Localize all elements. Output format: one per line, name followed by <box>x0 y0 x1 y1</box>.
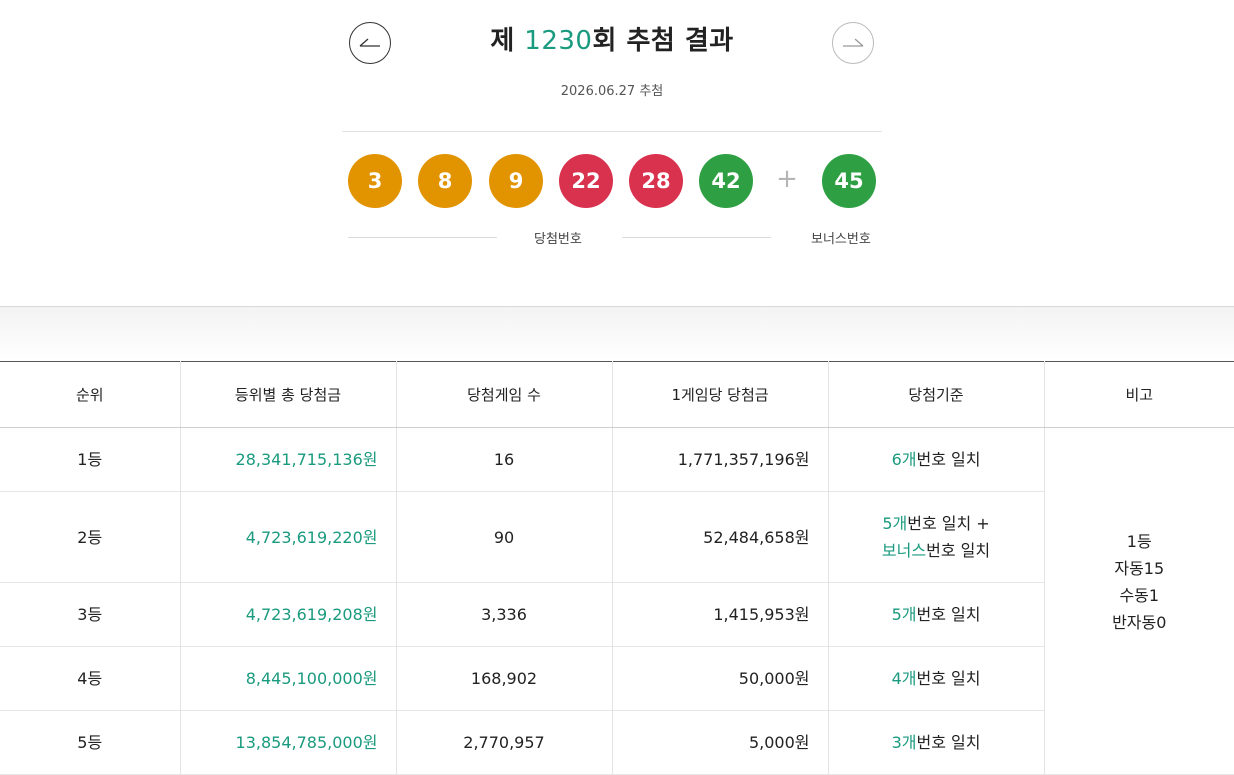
caption-line-right <box>622 237 771 238</box>
criteria-text: 번호 일치 <box>916 450 981 469</box>
arrow-left-icon <box>359 38 380 47</box>
winners-cell: 90 <box>396 491 613 583</box>
note-line: 수동1 <box>1119 585 1160 605</box>
rank-cell: 3등 <box>0 582 181 647</box>
winning-numbers-label: 당첨번호 <box>534 232 582 247</box>
note-cell: 1등 자동15 수동1 반자동0 <box>1044 427 1234 775</box>
criteria-cell: 5개번호 일치 <box>828 582 1045 647</box>
per-game-prize-cell: 50,000원 <box>612 646 829 711</box>
header-per-game-prize: 1게임당 당첨금 <box>612 361 829 428</box>
header-criteria: 당첨기준 <box>828 361 1045 428</box>
criteria-text: 번호 일치 <box>916 605 981 624</box>
winners-cell: 2,770,957 <box>396 710 613 775</box>
per-game-prize-cell: 52,484,658원 <box>612 491 829 583</box>
winning-ball-2: 8 <box>418 154 472 208</box>
total-prize-cell: 4,723,619,220원 <box>180 491 397 583</box>
next-round-button[interactable] <box>832 22 874 64</box>
draw-date: 2026.06.27 추첨 <box>560 84 664 99</box>
rank-cell: 2등 <box>0 491 181 583</box>
total-prize-cell: 8,445,100,000원 <box>180 646 397 711</box>
plus-sign: + <box>776 164 798 194</box>
winners-cell: 168,902 <box>396 646 613 711</box>
table-header-row: 순위 등위별 총 당첨금 당첨게임 수 1게임당 당첨금 당첨기준 비고 <box>0 361 1234 428</box>
rank-cell: 4등 <box>0 646 181 711</box>
note-line: 반자동0 <box>1112 612 1167 632</box>
winning-ball-5: 28 <box>629 154 683 208</box>
section-band <box>0 306 1234 361</box>
note-line: 1등 <box>1126 531 1152 551</box>
criteria-count: 6개 <box>891 450 917 469</box>
bonus-number-label: 보너스번호 <box>811 232 871 247</box>
previous-round-button[interactable] <box>349 22 391 64</box>
criteria-text: 번호 일치 <box>926 541 991 560</box>
note-line: 자동15 <box>1114 558 1165 578</box>
rank-cell: 5등 <box>0 710 181 775</box>
criteria-text: 번호 일치 + <box>907 514 990 533</box>
rank-cell: 1등 <box>0 427 181 492</box>
winners-cell: 16 <box>396 427 613 492</box>
total-prize-cell: 4,723,619,208원 <box>180 582 397 647</box>
per-game-prize-cell: 1,771,357,196원 <box>612 427 829 492</box>
criteria-cell: 3개번호 일치 <box>828 710 1045 775</box>
criteria-cell: 6개번호 일치 <box>828 427 1045 492</box>
header-rank: 순위 <box>0 361 181 428</box>
criteria-bonus: 보너스 <box>881 541 927 560</box>
results-table: 순위 등위별 총 당첨금 당첨게임 수 1게임당 당첨금 당첨기준 비고 1등 … <box>0 361 1234 775</box>
title-prefix: 제 <box>490 26 525 56</box>
criteria-text: 번호 일치 <box>916 733 981 752</box>
total-prize-cell: 13,854,785,000원 <box>180 710 397 775</box>
bonus-ball: 45 <box>822 154 876 208</box>
page-title: 제 1230회 추첨 결과 <box>390 20 834 57</box>
header-total-prize: 등위별 총 당첨금 <box>180 361 397 428</box>
criteria-count: 5개 <box>891 605 917 624</box>
winning-ball-1: 3 <box>348 154 402 208</box>
criteria-count: 3개 <box>891 733 917 752</box>
title-suffix: 회 추첨 결과 <box>592 26 734 56</box>
winning-ball-6: 42 <box>699 154 753 208</box>
header-winners: 당첨게임 수 <box>396 361 613 428</box>
criteria-count: 4개 <box>891 669 917 688</box>
divider <box>342 131 882 132</box>
winning-ball-4: 22 <box>559 154 613 208</box>
criteria-count: 5개 <box>882 514 908 533</box>
criteria-text: 번호 일치 <box>916 669 981 688</box>
criteria-cell: 5개번호 일치 + 보너스번호 일치 <box>828 491 1045 583</box>
round-number: 1230 <box>524 26 593 56</box>
winning-ball-3: 9 <box>489 154 543 208</box>
total-prize-cell: 28,341,715,136원 <box>180 427 397 492</box>
per-game-prize-cell: 1,415,953원 <box>612 582 829 647</box>
per-game-prize-cell: 5,000원 <box>612 710 829 775</box>
winners-cell: 3,336 <box>396 582 613 647</box>
header-note: 비고 <box>1044 361 1234 428</box>
criteria-cell: 4개번호 일치 <box>828 646 1045 711</box>
caption-line-left <box>348 237 497 238</box>
arrow-right-icon <box>843 38 864 47</box>
table-row: 1등 28,341,715,136원 16 1,771,357,196원 6개번… <box>0 427 1234 775</box>
